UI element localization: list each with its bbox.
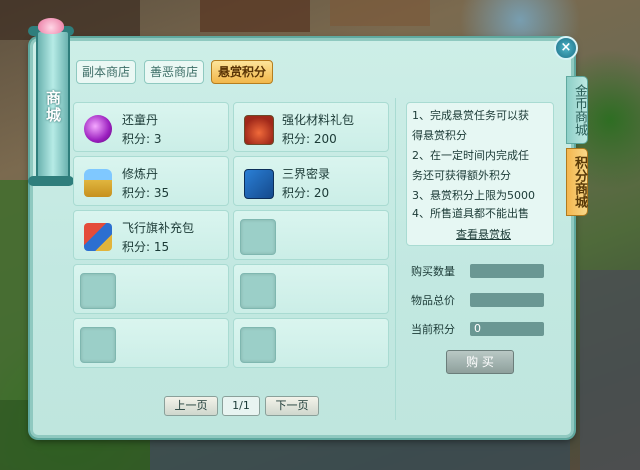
shop-item-cell[interactable]: 三界密录 积分: 20 [233,156,389,206]
elixir-bottle-icon [84,169,112,197]
total-price-label: 物品总价 [411,294,455,307]
rule-line: 1、完成悬赏任务可以获 [412,109,529,122]
empty-slot [80,327,116,363]
table-top-right [330,0,430,26]
prev-page-button[interactable]: 上一页 [164,396,218,416]
item-name: 修炼丹 [122,167,159,181]
rule-line: 4、所售道具都不能出售 [412,207,529,220]
current-points-field: 0 [470,322,544,336]
tab-points-shop[interactable]: 积分商城 [566,148,588,216]
section-divider [395,98,396,420]
rule-line: 得悬赏积分 [412,129,467,142]
red-gift-bag-icon [244,115,274,145]
item-price: 积分: 35 [122,186,170,200]
item-name: 强化材料礼包 [282,113,355,127]
rule-line: 3、悬赏积分上限为5000 [412,189,535,202]
rooftop-top-center [200,0,310,32]
view-bounty-link[interactable]: 查看悬赏板 [456,226,511,242]
flag-pack-icon [84,223,112,251]
empty-item-cell [233,318,389,368]
quantity-input[interactable] [470,264,544,278]
close-button[interactable]: × [554,36,578,60]
shop-title: 商城 [44,90,62,124]
item-price: 积分: 15 [122,240,170,254]
purple-orb-icon [84,115,112,143]
empty-slot [240,219,276,255]
item-name: 三界密录 [282,167,331,181]
tab-gold-shop[interactable]: 金币商城 [566,76,588,144]
rule-line: 2、在一定时间内完成任 [412,149,529,162]
shop-item-cell[interactable]: 强化材料礼包 积分: 200 [233,102,389,152]
empty-item-cell [73,264,229,314]
item-price: 积分: 3 [122,132,162,146]
foliage-left [0,180,30,400]
empty-item-cell [233,264,389,314]
empty-item-cell [233,210,389,260]
buy-button[interactable]: 购 买 [446,350,514,374]
item-price: 积分: 200 [282,132,337,146]
shop-item-cell[interactable]: 飞行旗补充包 积分: 15 [73,210,229,260]
rule-line: 务还可获得额外积分 [412,169,511,182]
tab-dungeon-shop[interactable]: 副本商店 [76,60,136,84]
total-price-field [470,293,544,307]
blue-book-icon [244,169,274,199]
next-page-button[interactable]: 下一页 [265,396,319,416]
item-name: 飞行旗补充包 [122,221,195,235]
lotus-icon [38,18,64,34]
wall-bottom [150,436,570,470]
shop-item-cell[interactable]: 还童丹 积分: 3 [73,102,229,152]
empty-slot [80,273,116,309]
building-right [580,270,640,470]
scroll-cap-bottom [28,176,74,186]
empty-slot [240,273,276,309]
tab-bounty-points[interactable]: 悬赏积分 [211,60,273,84]
current-points-label: 当前积分 [411,323,455,336]
quantity-label: 购买数量 [411,265,455,278]
empty-slot [240,327,276,363]
item-price: 积分: 20 [282,186,330,200]
tab-morality-shop[interactable]: 善恶商店 [144,60,204,84]
page-indicator: 1/1 [222,396,260,416]
shop-item-cell[interactable]: 修炼丹 积分: 35 [73,156,229,206]
empty-item-cell [73,318,229,368]
item-name: 还童丹 [122,113,159,127]
